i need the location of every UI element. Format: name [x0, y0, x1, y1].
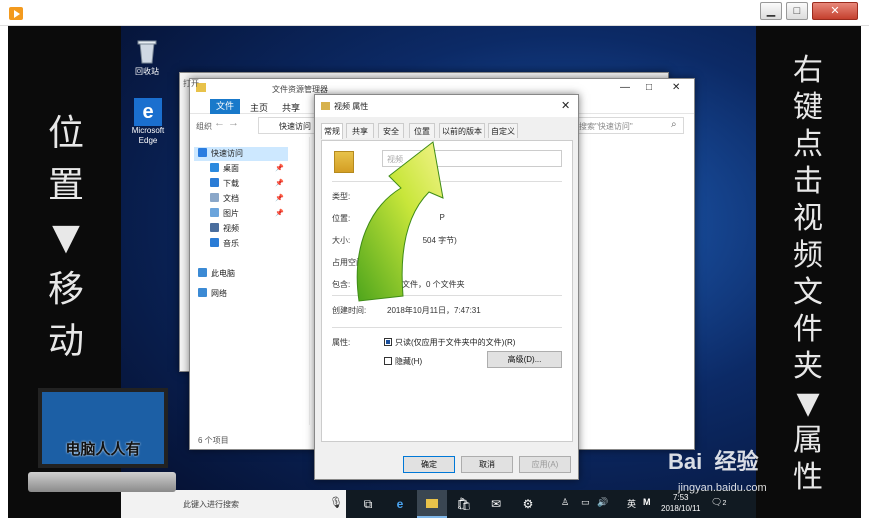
volume-icon[interactable]: 🔊 — [597, 497, 608, 508]
address-bar[interactable]: 快速访问 — [258, 117, 316, 134]
hidden-label: 隐藏(H) — [395, 357, 423, 366]
apply-button[interactable]: 应用(A) — [519, 456, 571, 473]
tab-customize[interactable]: 自定义 — [488, 123, 518, 138]
attributes-label: 属性: — [332, 338, 351, 347]
ribbon-tab-share[interactable]: 共享 — [282, 101, 300, 114]
close-button[interactable]: ✕ — [812, 2, 858, 20]
dialog-title: 视频 属性 — [334, 102, 369, 111]
background-window-label: 打开 — [183, 79, 199, 88]
minimize-button[interactable]: ▁ — [760, 2, 782, 20]
separator — [332, 327, 562, 328]
dialog-titlebar: 视频 属性 ✕ — [315, 95, 578, 117]
maximize-button[interactable]: □ — [786, 2, 808, 20]
search-icon: ⌕ — [671, 119, 677, 130]
baidu-watermark: Bai 经验 — [668, 449, 759, 474]
right-caption-panel: 右 键 点 击 视 频 文 件 夹 ▼ 属 性 — [756, 26, 861, 518]
left-caption: 位 置 ▼ 移 动 — [47, 113, 84, 362]
logo-screen: 电脑人人有 — [38, 388, 168, 468]
nav-item-desktop[interactable]: 桌面 — [210, 162, 239, 176]
clock[interactable]: 7:53 2018/10/11 — [661, 492, 700, 514]
store-taskbar-icon[interactable]: 🛍 — [449, 490, 479, 518]
hidden-checkbox[interactable] — [384, 357, 392, 365]
ime-indicator[interactable]: M — [643, 497, 651, 507]
nav-item-videos[interactable]: 视频 — [210, 222, 239, 236]
ribbon-tab-file[interactable]: 文件 — [210, 99, 240, 114]
video-player-window: ▁ □ ✕ 位 置 ▼ 移 动 回收站 e Microsoft Edge 打开 … — [0, 0, 869, 523]
clock-date: 2018/10/11 — [661, 504, 701, 513]
dialog-close-button[interactable]: ✕ — [561, 99, 570, 112]
pin-icon: 📌 — [275, 195, 284, 202]
desktop-icon-recycle-bin[interactable]: 回收站 — [125, 38, 169, 77]
settings-gear-icon[interactable]: ⚙ — [513, 490, 543, 518]
cancel-button[interactable]: 取消 — [461, 456, 513, 473]
search-placeholder: 搜索"快速访问" — [579, 122, 633, 131]
nav-item-network[interactable]: 网络 — [198, 287, 227, 301]
status-bar-count: 6 个项目 — [198, 436, 229, 445]
back-forward-buttons[interactable]: ← → — [214, 117, 240, 135]
address-text: 快速访问 — [279, 122, 311, 131]
created-value: 2018年10月11日，7:47:31 — [387, 306, 481, 315]
nav-item-quick-access[interactable]: 快速访问 — [198, 147, 243, 161]
channel-logo: 电脑人人有 — [28, 388, 176, 498]
pin-icon: 📌 — [275, 165, 284, 172]
taskbar-search-text: 此键入进行搜索 — [183, 500, 239, 509]
advanced-button[interactable]: 高级(D)... — [487, 351, 562, 368]
taskbar: 此键入进行搜索 🎙 ⧉ e 🛍 ✉ ⚙ ♙ ▭ 🔊 英 M 7:53 2018/… — [121, 490, 756, 518]
language-indicator[interactable]: 英 — [627, 497, 636, 510]
video-frame: 位 置 ▼ 移 动 回收站 e Microsoft Edge 打开 文件资源管理… — [8, 26, 861, 518]
desktop-icon-label: 回收站 — [135, 67, 159, 76]
ribbon-tab-home[interactable]: 主页 — [250, 101, 268, 114]
nav-item-documents[interactable]: 文档 — [210, 192, 239, 206]
player-titlebar: ▁ □ ✕ — [0, 0, 869, 26]
nav-item-music[interactable]: 音乐 — [210, 237, 239, 251]
action-center-icon[interactable]: 🗨2 — [711, 497, 726, 508]
green-arrow-annotation — [356, 141, 444, 302]
desktop-icon-edge[interactable]: e Microsoft Edge — [125, 98, 171, 146]
file-explorer-taskbar-icon[interactable] — [417, 490, 447, 518]
explorer-close-button[interactable]: ✕ — [672, 82, 680, 93]
created-label: 创建时间: — [332, 306, 367, 315]
desktop-icon-label: Microsoft Edge — [131, 126, 165, 145]
navigation-pane: 快速访问 桌面 📌 下载 📌 文档 📌 图片 📌 视频 音乐 此电脑 网络 — [190, 137, 310, 425]
right-caption: 右 键 点 击 视 频 文 件 夹 ▼ 属 性 — [793, 53, 823, 495]
mail-taskbar-icon[interactable]: ✉ — [481, 490, 511, 518]
folder-icon — [321, 102, 330, 110]
people-icon[interactable]: ♙ — [561, 497, 569, 508]
recycle-bin-icon — [137, 40, 157, 64]
nav-item-this-pc[interactable]: 此电脑 — [198, 267, 235, 281]
edge-taskbar-icon[interactable]: e — [385, 490, 415, 518]
ribbon-overflow-label: 组织 — [196, 122, 212, 131]
explorer-maximize-button[interactable]: □ — [646, 82, 652, 93]
network-icon[interactable]: ▭ — [581, 497, 590, 508]
readonly-checkbox[interactable] — [384, 338, 392, 346]
logo-text: 电脑人人有 — [65, 441, 141, 458]
search-box[interactable]: 搜索"快速访问" ⌕ — [574, 117, 684, 134]
watermark-url: jingyan.baidu.com — [678, 482, 767, 494]
readonly-label: 只读(仅应用于文件夹中的文件)(R) — [395, 338, 516, 347]
ok-button[interactable]: 确定 — [403, 456, 455, 473]
notification-count: 2 — [722, 500, 727, 507]
player-app-icon — [9, 7, 23, 20]
nav-item-pictures[interactable]: 图片 — [210, 207, 239, 221]
pin-icon: 📌 — [275, 210, 284, 217]
microphone-icon: 🎙 — [329, 497, 343, 509]
edge-icon: e — [134, 98, 162, 126]
pin-icon: 📌 — [275, 180, 284, 187]
nav-item-downloads[interactable]: 下载 — [210, 177, 239, 191]
task-view-icon[interactable]: ⧉ — [353, 490, 383, 518]
windows-desktop: 回收站 e Microsoft Edge 打开 文件资源管理器 — □ ✕ 文件 — [121, 26, 756, 518]
explorer-minimize-button[interactable]: — — [620, 82, 630, 93]
logo-keyboard — [28, 472, 176, 492]
tab-general[interactable]: 常规 — [321, 123, 343, 139]
